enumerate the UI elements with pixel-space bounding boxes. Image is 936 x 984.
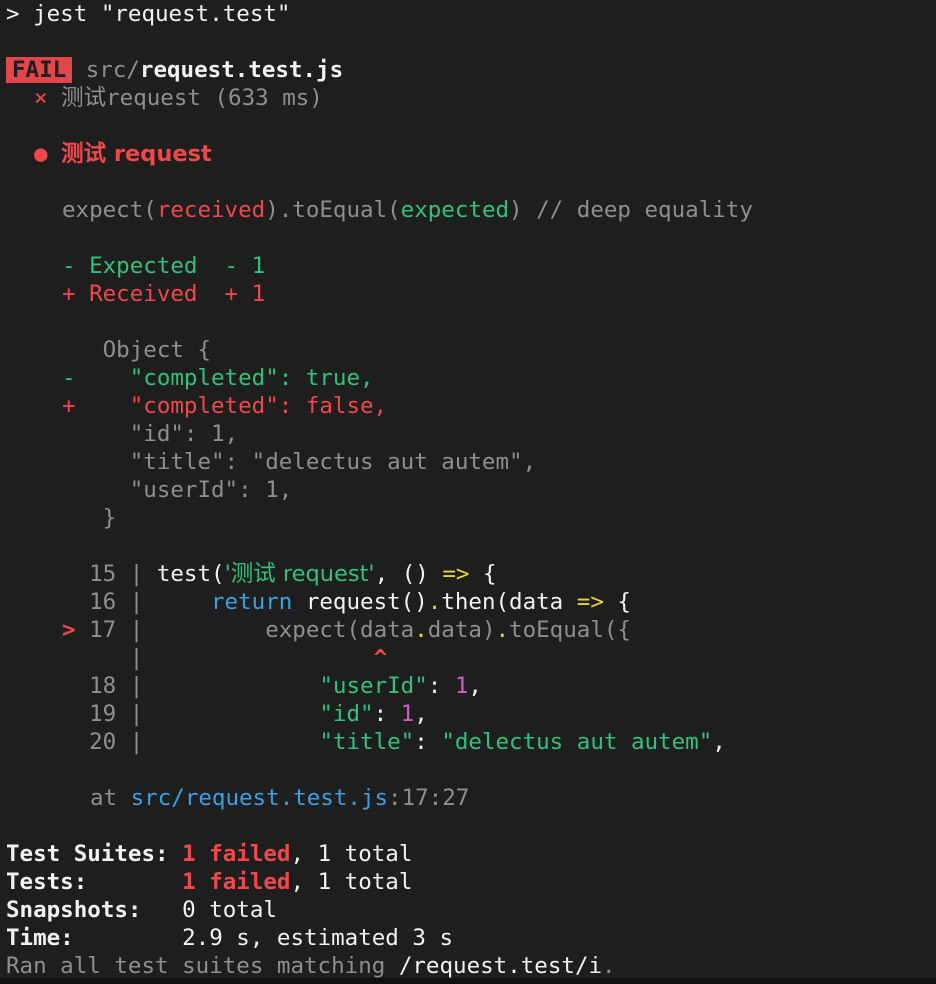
error-location: at src/request.test.js:17:27 [90,785,470,811]
command-text[interactable]: jest "request.test" [33,1,290,27]
diff-line-same: "userId": 1, [75,477,293,503]
test-pattern: /request.test/i [398,953,603,979]
summary-time: Time: 2.9 s, estimated 3 s [6,924,453,952]
summary-value: 2.9 s, estimated 3 s [182,925,454,951]
terminal-bottom-edge [0,978,936,984]
summary-tests: Tests: 1 failed, 1 total [6,869,413,895]
code-frame-line-20: 20 | "title": "delectus aut autem", [89,729,726,755]
assertion-prefix: expect( [62,197,157,223]
result-path-file: request.test.js [139,57,344,83]
error-file-link[interactable]: src/request.test.js [131,785,388,811]
failure-title-line: ● 测试 request [34,140,212,168]
code-keyword: return [211,589,293,615]
code-frame-line-16: 16 | return request().then(data => { [89,589,631,615]
summary-label: Time: [6,925,74,951]
legend-expected: - Expected - 1 [62,253,266,279]
error-position: :17:27 [388,785,470,811]
summary-label: Snapshots: [6,897,142,923]
error-line-marker-icon: > [62,617,76,643]
line-number: 18 [89,673,117,699]
diff-line-same: Object { [75,337,212,363]
line-number: 16 [89,589,117,615]
line-number: 17 [89,617,117,643]
code-frame-line-18: 18 | "userId": 1, [89,673,482,699]
prompt-symbol: > [6,1,20,27]
test-name-cjk: 测试 [61,85,107,111]
summary-snapshots: Snapshots: 0 total [6,896,277,924]
failure-title: 测试 request [61,141,212,167]
diff-line-same: "id": 1, [75,421,239,447]
diff-line-same: "title": "delectus aut autem", [75,449,537,475]
assertion-expected: expected [400,197,510,223]
test-name-suffix: request [106,85,201,111]
result-path-dir: src/ [85,57,140,83]
summary-suites: Test Suites: 1 failed, 1 total [6,841,413,867]
failure-bullet-icon: ● [34,141,48,167]
assertion-received: received [156,197,266,223]
code-frame-caret-line: | ^ [62,645,388,671]
line-number: 19 [89,701,117,727]
legend-received: + Received + 1 [62,281,266,307]
diff-line-added: + "completed": false, [62,393,388,419]
code-frame-line-19: 19 | "id": 1, [89,701,428,727]
summary-label: Tests: [6,869,88,895]
summary-failed-count: 1 failed [182,841,291,867]
line-number: 20 [89,729,117,755]
fail-cross-icon: × [34,85,48,111]
summary-ran: Ran all test suites matching /request.te… [6,953,616,979]
assertion-suffix: ) [509,197,523,223]
summary-failed-count: 1 failed [182,869,291,895]
fail-badge: FAIL [6,57,73,83]
line-number: 15 [89,561,117,587]
code-frame-line-15: 15 | test('测试 request', () => { [89,561,497,587]
test-duration: (633 ms) [214,85,323,111]
summary-value: 0 total [182,897,277,923]
code-frame-line-17: > 17 | expect(data.data).toEqual({ [62,617,631,643]
assertion-comment: // deep equality [522,197,753,223]
result-header: FAIL src/request.test.js [6,56,343,84]
assertion-line: expect(received).toEqual(expected) // de… [62,196,753,224]
test-list-item: × 测试request (633 ms) [34,84,323,112]
diff-line-removed: - "completed": true, [62,365,374,391]
diff-line-same: } [75,505,117,531]
code-string: '测试 request' [224,561,375,587]
assertion-mid: ).toEqual( [265,197,401,223]
summary-label: Test Suites: [6,841,169,867]
terminal-window: > jest "request.test" FAIL src/request.t… [0,0,936,984]
command-line: > jest "request.test" [6,0,290,28]
error-caret-icon: ^ [373,645,388,671]
